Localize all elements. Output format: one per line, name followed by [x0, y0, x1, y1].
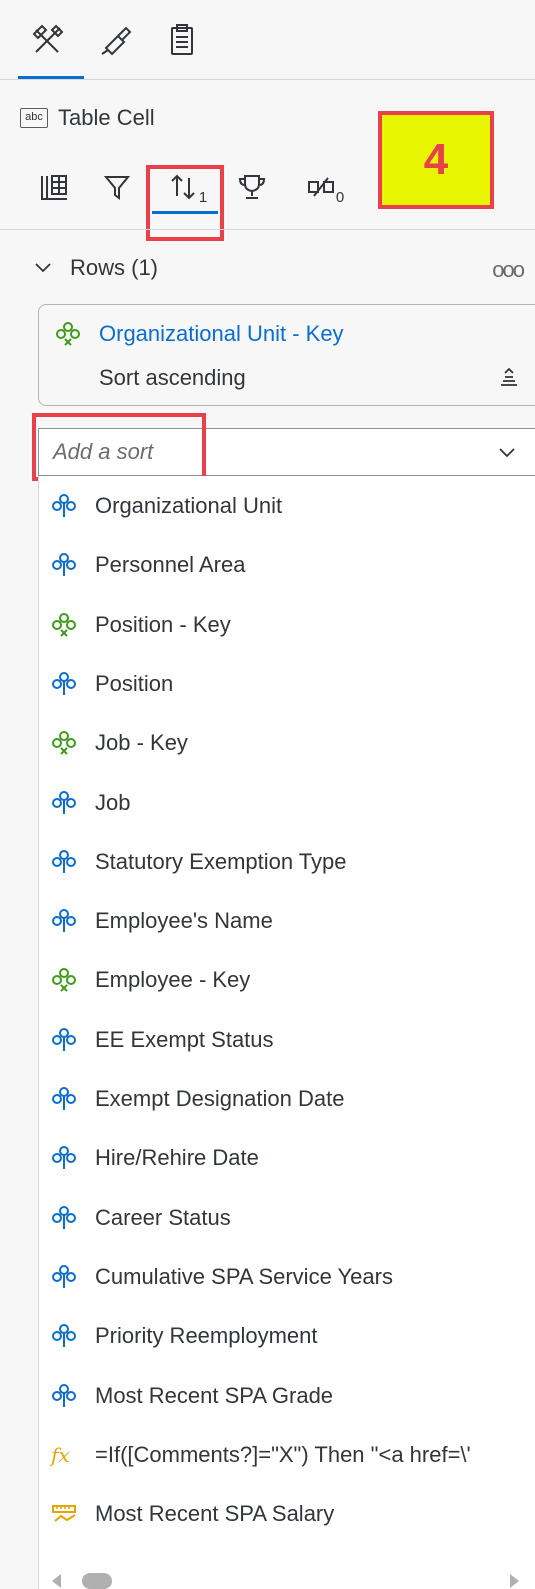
scroll-left-arrow-icon[interactable] — [52, 1574, 61, 1588]
scroll-right-arrow-icon[interactable] — [510, 1574, 519, 1588]
dimension-icon — [52, 671, 76, 695]
dimension-icon — [52, 790, 76, 814]
list-item-label: EE Exempt Status — [95, 1026, 274, 1052]
list-item-label: Statutory Exemption Type — [95, 848, 347, 874]
list-item[interactable]: Organizational Unit — [39, 478, 535, 534]
clipboard-icon[interactable] — [164, 22, 200, 58]
list-item[interactable]: Personnel Area — [39, 537, 535, 593]
key-dimension-icon — [56, 322, 80, 346]
dimension-icon — [52, 1087, 76, 1110]
list-item[interactable]: EE Exempt Status — [39, 1012, 535, 1068]
highlight-box-add-sort — [32, 413, 206, 481]
text-type-icon: abc — [20, 108, 48, 128]
filter-icon[interactable] — [100, 162, 134, 212]
list-item[interactable]: Job - Key — [39, 715, 535, 771]
object-title: Table Cell — [58, 105, 155, 130]
list-item[interactable]: Position - Key — [39, 597, 535, 653]
sort-ascending-icon[interactable] — [499, 367, 519, 387]
sort-item-title: Organizational Unit - Key — [99, 321, 344, 346]
list-item[interactable]: Cumulative SPA Service Years — [39, 1249, 535, 1305]
list-item-label: Most Recent SPA Salary — [95, 1501, 335, 1527]
key-dimension-icon — [52, 968, 76, 993]
scrollbar-thumb[interactable] — [82, 1573, 112, 1589]
list-item[interactable]: Position — [39, 656, 535, 712]
list-item[interactable]: Employee - Key — [39, 952, 535, 1008]
divider — [0, 229, 535, 230]
list-item[interactable]: Employee's Name — [39, 893, 535, 949]
key-dimension-icon — [52, 731, 76, 755]
dimension-icon — [52, 1264, 76, 1288]
dimension-icon — [52, 1027, 76, 1051]
list-item[interactable]: Statutory Exemption Type — [39, 834, 535, 890]
key-dimension-icon — [52, 612, 76, 637]
list-item-label: Employee - Key — [95, 967, 251, 993]
step-callout: 4 — [378, 111, 494, 209]
dimension-icon — [52, 553, 76, 577]
sort-item-card[interactable]: Organizational Unit - Key Sort ascending — [38, 304, 535, 406]
sort-item-direction: Sort ascending — [99, 365, 246, 390]
list-item[interactable]: Most Recent SPA Grade — [39, 1368, 535, 1424]
horizontal-scrollbar[interactable] — [38, 1570, 535, 1589]
conditional-format-count: 0 — [335, 188, 345, 206]
chevron-down-icon[interactable] — [34, 259, 52, 277]
list-item[interactable]: fx =If([Comments?]="X") Then "<a href=\' — [39, 1427, 535, 1483]
list-item-label: Priority Reemployment — [95, 1323, 318, 1349]
tools-icon[interactable] — [30, 22, 66, 58]
table-dimensions-icon[interactable] — [34, 162, 74, 212]
paint-brush-icon[interactable] — [98, 22, 134, 58]
list-item[interactable]: Most Recent SPA Salary — [39, 1486, 535, 1542]
formula-icon: fx — [51, 1442, 70, 1467]
dimension-icon — [52, 1324, 76, 1348]
list-item[interactable]: Exempt Designation Date — [39, 1071, 535, 1127]
list-item-label: Exempt Designation Date — [95, 1086, 345, 1111]
divider — [0, 79, 535, 80]
list-item-label: Personnel Area — [95, 552, 246, 578]
list-item-label: Organizational Unit — [95, 493, 283, 518]
list-item-label: Job — [95, 789, 131, 815]
chevron-down-icon[interactable] — [497, 443, 517, 463]
dimension-icon — [52, 1146, 76, 1170]
measure-icon — [52, 1505, 76, 1522]
list-item-label: Cumulative SPA Service Years — [95, 1263, 393, 1289]
sort-options-list: Organizational Unit Personnel Area Positio… — [38, 476, 535, 1589]
list-item[interactable]: Priority Reemployment — [39, 1308, 535, 1364]
list-item-label: Employee's Name — [95, 908, 273, 934]
dimension-icon — [52, 1205, 76, 1229]
list-item[interactable]: Career Status — [39, 1190, 535, 1246]
list-item-label: Position - Key — [95, 611, 231, 637]
object-header: abc Table Cell — [20, 100, 155, 136]
trophy-icon[interactable] — [232, 162, 272, 212]
sort-properties-panel: abc Table Cell 1 0 4 Rows (1) ooo Organi… — [0, 0, 535, 1589]
list-item-label: Career Status — [95, 1204, 231, 1230]
list-item-label: Position — [95, 670, 174, 696]
dimension-icon — [52, 494, 76, 517]
list-item-label: Most Recent SPA Grade — [95, 1382, 334, 1408]
list-item[interactable]: Job — [39, 775, 535, 831]
rows-section-label: Rows (1) — [70, 255, 159, 280]
conditional-format-icon[interactable]: 0 — [298, 162, 352, 212]
list-item-label: Job - Key — [95, 730, 188, 756]
more-options-icon[interactable]: ooo — [492, 257, 525, 283]
dimension-icon — [52, 849, 76, 873]
list-item[interactable]: Hire/Rehire Date — [39, 1130, 535, 1186]
dimension-icon — [52, 909, 76, 933]
dimension-icon — [52, 1383, 76, 1407]
top-tab-bar — [0, 0, 535, 80]
list-item-label: Hire/Rehire Date — [95, 1145, 259, 1171]
list-item-label: =If([Comments?]="X") Then "<a href=\' — [95, 1441, 471, 1467]
rows-section-header[interactable]: Rows (1) ooo — [34, 250, 529, 286]
